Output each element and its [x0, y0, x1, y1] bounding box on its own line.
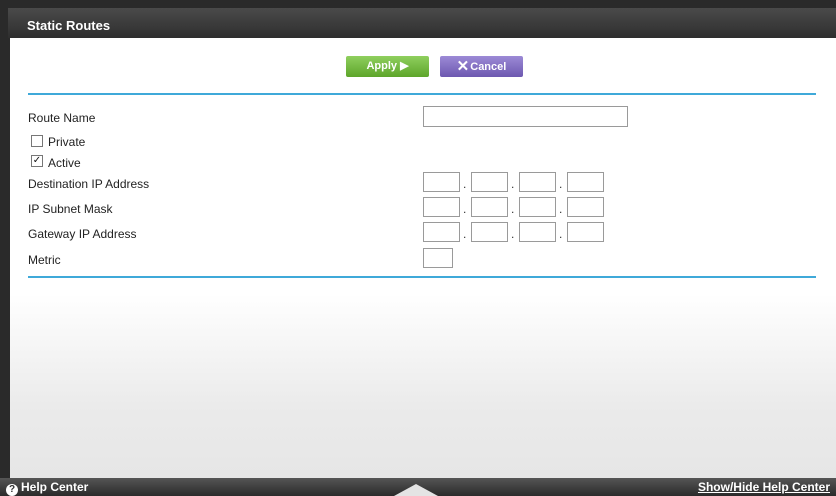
- metric-label: Metric: [28, 253, 61, 267]
- gateway-ip-octet-1[interactable]: [423, 222, 460, 242]
- gateway-ip-octet-4[interactable]: [567, 222, 604, 242]
- octet-separator: .: [559, 202, 563, 216]
- destination-ip-octet-1[interactable]: [423, 172, 460, 192]
- octet-separator: .: [463, 177, 467, 191]
- private-label: Private: [48, 135, 86, 149]
- help-center-label: Help Center: [21, 480, 89, 494]
- subnet-mask-octet-3[interactable]: [519, 197, 556, 217]
- route-name-label: Route Name: [28, 111, 96, 125]
- route-name-input[interactable]: [423, 106, 628, 127]
- subnet-mask-label: IP Subnet Mask: [28, 202, 113, 216]
- gateway-ip-octet-2[interactable]: [471, 222, 508, 242]
- cancel-button[interactable]: ✕Cancel: [440, 56, 523, 77]
- metric-input[interactable]: [423, 248, 453, 268]
- gateway-ip-octet-3[interactable]: [519, 222, 556, 242]
- show-hide-help-link[interactable]: Show/Hide Help Center: [698, 480, 830, 494]
- close-icon: ✕: [456, 58, 470, 75]
- expand-arrow-icon[interactable]: [394, 484, 438, 496]
- apply-button[interactable]: Apply ▶: [346, 56, 429, 77]
- destination-ip-octet-4[interactable]: [567, 172, 604, 192]
- form-panel: Apply ▶ ✕Cancel Route Name Private ✓ Act…: [10, 38, 836, 294]
- empty-area: [10, 294, 836, 478]
- help-center-link[interactable]: ? Help Center: [6, 480, 88, 496]
- octet-separator: .: [559, 177, 563, 191]
- subnet-mask-octet-2[interactable]: [471, 197, 508, 217]
- octet-separator: .: [511, 202, 515, 216]
- octet-separator: .: [463, 202, 467, 216]
- subnet-mask-octet-4[interactable]: [567, 197, 604, 217]
- cancel-label: Cancel: [470, 61, 507, 73]
- subnet-mask-octet-1[interactable]: [423, 197, 460, 217]
- octet-separator: .: [463, 227, 467, 241]
- destination-ip-label: Destination IP Address: [28, 177, 150, 191]
- octet-separator: .: [511, 177, 515, 191]
- page-title: Static Routes: [27, 18, 111, 33]
- help-icon: ?: [6, 484, 18, 496]
- footer-bar: ? Help Center Show/Hide Help Center: [0, 478, 836, 496]
- page-header: Static Routes: [8, 8, 836, 38]
- destination-ip-octet-3[interactable]: [519, 172, 556, 192]
- octet-separator: .: [559, 227, 563, 241]
- destination-ip-octet-2[interactable]: [471, 172, 508, 192]
- gateway-ip-label: Gateway IP Address: [28, 227, 137, 241]
- private-checkbox[interactable]: [31, 135, 43, 147]
- active-label: Active: [48, 156, 81, 170]
- bottom-divider: [28, 276, 816, 278]
- top-divider: [28, 93, 816, 95]
- content-area: Apply ▶ ✕Cancel Route Name Private ✓ Act…: [10, 38, 836, 478]
- octet-separator: .: [511, 227, 515, 241]
- active-checkbox[interactable]: ✓: [31, 155, 43, 167]
